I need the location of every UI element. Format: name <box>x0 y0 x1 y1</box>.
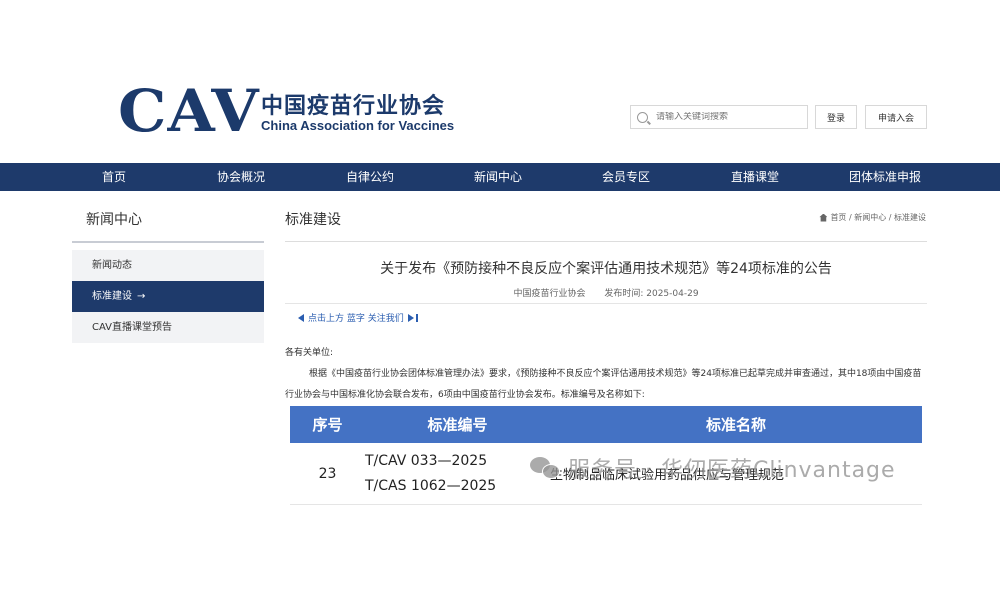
nav-item-news[interactable]: 新闻中心 <box>462 163 534 191</box>
sidebar-menu: 新闻动态 标准建设 → CAV直播课堂预告 <box>72 250 264 343</box>
logo-en-name[interactable]: China Association for Vaccines <box>261 118 454 133</box>
follow-bar[interactable]: 点击上方 蓝字 关注我们 <box>298 311 418 324</box>
sidebar-item-label: CAV直播课堂预告 <box>92 322 173 333</box>
nav-item-members[interactable]: 会员专区 <box>590 163 662 191</box>
article-meta: 中国疫苗行业协会 发布时间: 2025-04-29 <box>285 286 927 299</box>
sidebar-item-news-updates[interactable]: 新闻动态 <box>72 250 264 281</box>
header-no: 序号 <box>312 416 343 434</box>
nav-item-home[interactable]: 首页 <box>78 163 150 191</box>
triangle-right-icon <box>407 313 414 322</box>
arrow-right-icon: → <box>137 291 146 302</box>
search-icon[interactable] <box>637 111 648 123</box>
breadcrumb[interactable]: 首页 / 新闻中心 / 标准建设 <box>819 212 926 223</box>
sidebar-item-label: 标准建设 <box>92 291 132 302</box>
sidebar-item-live-preview[interactable]: CAV直播课堂预告 <box>72 312 264 343</box>
wechat-icon <box>530 455 560 481</box>
logo-mark[interactable]: CAV <box>118 82 260 140</box>
login-button[interactable]: 登录 <box>815 105 857 129</box>
cell-code: T/CAV 033—2025 T/CAS 1062—2025 <box>365 449 550 499</box>
cell-code-2: T/CAS 1062—2025 <box>365 477 497 494</box>
meta-divider <box>285 303 927 304</box>
nav-item-convention[interactable]: 自律公约 <box>334 163 406 191</box>
main-divider <box>285 241 927 242</box>
nav-item-standards-apply[interactable]: 团体标准申报 <box>835 163 935 191</box>
sidebar-title: 新闻中心 <box>86 212 142 228</box>
search-box[interactable] <box>630 105 808 129</box>
cell-code-1: T/CAV 033—2025 <box>365 452 488 469</box>
main-nav: 首页 协会概况 自律公约 新闻中心 会员专区 直播课堂 团体标准申报 <box>0 163 1000 191</box>
nav-item-live[interactable]: 直播课堂 <box>719 163 791 191</box>
greeting: 各有关单位: <box>285 348 334 358</box>
sidebar-item-standards[interactable]: 标准建设 → <box>72 281 264 312</box>
sidebar-item-label: 新闻动态 <box>92 260 132 271</box>
page-title: 标准建设 <box>285 212 341 228</box>
home-icon <box>819 213 828 222</box>
search-input[interactable] <box>656 112 806 122</box>
article-body: 根据《中国疫苗行业协会团体标准管理办法》要求，《预防接种不良反应个案评估通用技术… <box>285 369 922 400</box>
follow-text[interactable]: 点击上方 蓝字 关注我们 <box>308 311 404 324</box>
breadcrumb-text[interactable]: 首页 / 新闻中心 / 标准建设 <box>830 212 926 223</box>
site-header: CAV 中国疫苗行业协会 China Association for Vacci… <box>0 0 1000 163</box>
bar-icon <box>415 313 418 322</box>
header-code: 标准编号 <box>427 416 488 434</box>
article-title: 关于发布《预防接种不良反应个案评估通用技术规范》等24项标准的公告 <box>380 261 832 277</box>
cell-no: 23 <box>318 465 337 482</box>
table-header: 序号 标准编号 标准名称 <box>290 406 922 443</box>
watermark-text: 服务号 · 华仞医药Clinvantage <box>568 458 896 483</box>
triangle-left-icon <box>298 313 304 322</box>
article-publisher: 中国疫苗行业协会 <box>513 289 586 299</box>
watermark: 服务号 · 华仞医药Clinvantage <box>530 452 896 484</box>
join-button[interactable]: 申请入会 <box>865 105 927 129</box>
header-name: 标准名称 <box>705 416 766 434</box>
sidebar-divider <box>72 241 264 243</box>
nav-item-about[interactable]: 协会概况 <box>205 163 277 191</box>
logo-cn-name[interactable]: 中国疫苗行业协会 <box>261 88 445 120</box>
article-publish-time: 发布时间: 2025-04-29 <box>604 289 699 299</box>
